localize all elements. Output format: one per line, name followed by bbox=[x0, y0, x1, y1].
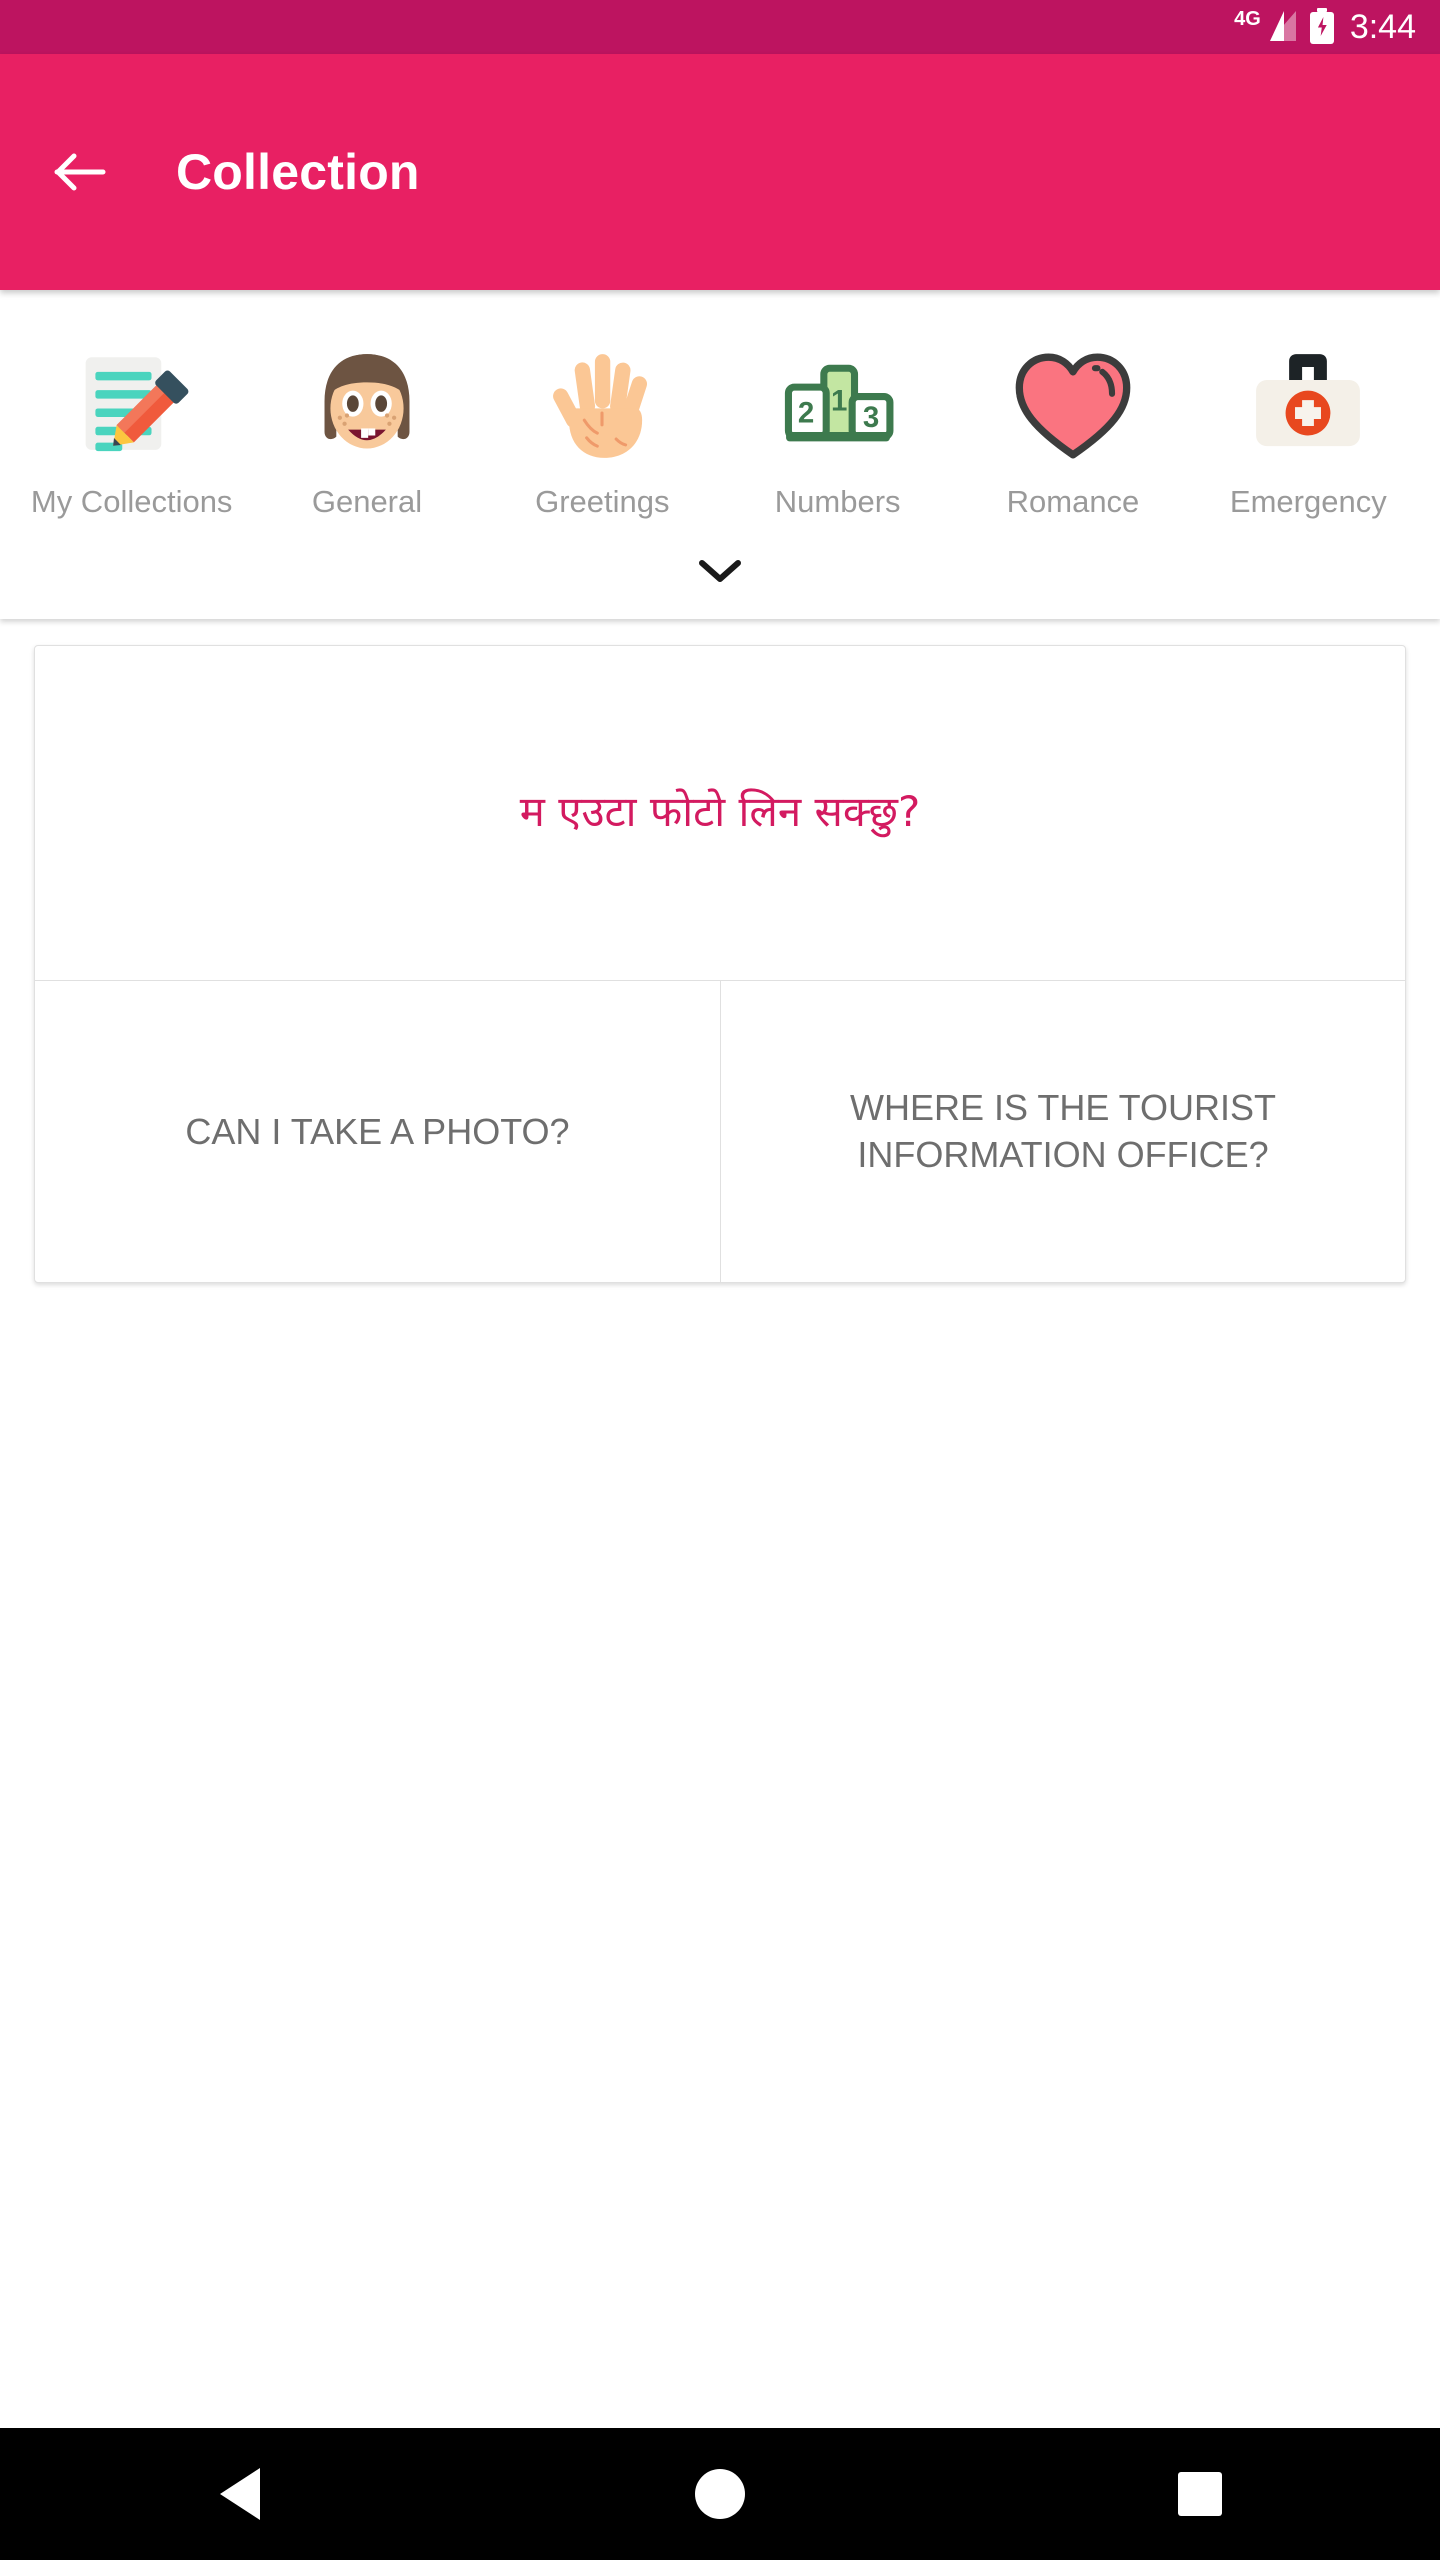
clock-label: 3:44 bbox=[1349, 8, 1416, 46]
battery-charging-icon bbox=[1309, 8, 1334, 44]
status-bar: 4G 3:44 bbox=[0, 0, 1440, 54]
category-item-numbers[interactable]: 2 1 3 Numbers bbox=[720, 340, 955, 523]
phrase-native-text: म एउटा फोटो लिन सक्छु? bbox=[519, 787, 921, 837]
signal-bars-icon bbox=[1262, 11, 1296, 45]
back-button[interactable] bbox=[44, 136, 116, 208]
phrase-translation-row: CAN I TAKE A PHOTO? WHERE IS THE TOURIST… bbox=[35, 979, 1405, 1282]
chevron-down-icon bbox=[699, 559, 741, 582]
svg-text:1: 1 bbox=[831, 385, 847, 418]
app-bar: Collection bbox=[0, 54, 1440, 290]
svg-text:2: 2 bbox=[798, 397, 814, 430]
svg-text:3: 3 bbox=[862, 401, 878, 434]
back-arrow-icon bbox=[54, 153, 106, 191]
phrase-translation-text: WHERE IS THE TOURIST INFORMATION OFFICE? bbox=[849, 1086, 1277, 1176]
home-circle-icon bbox=[695, 2469, 745, 2519]
heart-icon bbox=[1003, 340, 1143, 472]
note-pencil-icon bbox=[62, 340, 202, 472]
category-label: Romance bbox=[1006, 484, 1140, 519]
nav-home-button[interactable] bbox=[645, 2428, 795, 2560]
recents-square-icon bbox=[1178, 2472, 1222, 2516]
category-item-general[interactable]: General bbox=[249, 340, 484, 523]
raised-hand-icon bbox=[532, 340, 672, 472]
expand-categories-button[interactable] bbox=[0, 523, 1440, 619]
category-item-greetings[interactable]: Greetings bbox=[485, 340, 720, 523]
category-label: Emergency bbox=[1229, 484, 1387, 519]
category-label: Numbers bbox=[774, 484, 901, 519]
category-label: General bbox=[311, 484, 423, 519]
nav-recents-button[interactable] bbox=[1125, 2428, 1275, 2560]
phrase-translation-cell[interactable]: CAN I TAKE A PHOTO? bbox=[35, 981, 720, 1282]
network-type-label: 4G bbox=[1234, 8, 1261, 30]
phrase-translation-text: CAN I TAKE A PHOTO? bbox=[185, 1110, 570, 1152]
category-item-emergency[interactable]: Emergency bbox=[1191, 340, 1426, 523]
category-row: My Collections General Greetings 2 1 3 N… bbox=[0, 340, 1440, 523]
face-smiling-icon bbox=[297, 340, 437, 472]
network-status: 4G bbox=[1234, 9, 1296, 45]
page-title: Collection bbox=[176, 144, 420, 200]
phrase-translation-cell[interactable]: WHERE IS THE TOURIST INFORMATION OFFICE? bbox=[720, 980, 1405, 1282]
category-item-romance[interactable]: Romance bbox=[955, 340, 1190, 523]
android-navigation-bar bbox=[0, 2428, 1440, 2560]
category-label: My Collections bbox=[30, 484, 233, 519]
category-panel: My Collections General Greetings 2 1 3 N… bbox=[0, 290, 1440, 619]
category-item-my-collections[interactable]: My Collections bbox=[14, 340, 249, 523]
phrase-card-container: म एउटा फोटो लिन सक्छु? CAN I TAKE A PHOT… bbox=[0, 619, 1440, 1283]
phrase-native-area[interactable]: म एउटा फोटो लिन सक्छु? bbox=[35, 646, 1405, 980]
category-label: Greetings bbox=[535, 484, 670, 519]
phrase-card: म एउटा फोटो लिन सक्छु? CAN I TAKE A PHOT… bbox=[34, 644, 1406, 1283]
nav-back-button[interactable] bbox=[165, 2428, 315, 2560]
back-triangle-icon bbox=[220, 2468, 260, 2520]
podium-123-icon: 2 1 3 bbox=[768, 340, 908, 472]
first-aid-kit-icon bbox=[1238, 340, 1378, 472]
